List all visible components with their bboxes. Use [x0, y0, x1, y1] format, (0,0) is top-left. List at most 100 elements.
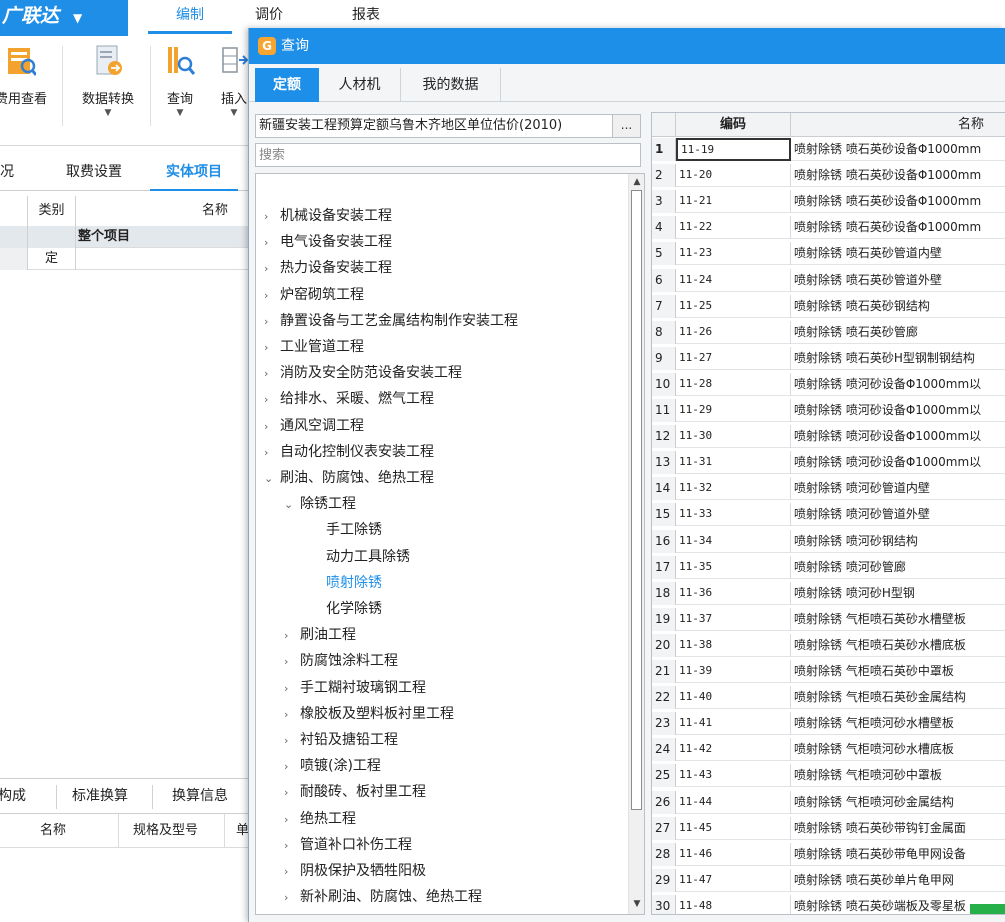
quota-code-cell[interactable]: 11-43	[676, 764, 791, 788]
menu-tab-edit[interactable]: 编制	[148, 0, 232, 34]
brand-caret-icon[interactable]: ▼	[73, 11, 82, 25]
column-header-type[interactable]: 类别	[28, 196, 76, 226]
table-row[interactable]: 13 11-31 喷射除锈 喷河砂设备Φ1000mm以	[652, 451, 1005, 475]
quota-code-cell[interactable]: 11-36	[676, 581, 791, 605]
tree-item[interactable]: ⌄ 刷油、防腐蚀、绝热工程	[264, 465, 434, 491]
chevron-down-icon[interactable]: ⌄	[264, 466, 280, 492]
tree-item[interactable]: ⌄ 除锈工程	[284, 491, 356, 517]
chevron-right-icon[interactable]: ›	[264, 204, 280, 230]
scroll-down-icon[interactable]: ▼	[629, 896, 644, 912]
table-row[interactable]: 10 11-28 喷射除锈 喷河砂设备Φ1000mm以	[652, 372, 1005, 396]
chevron-down-icon[interactable]: ▼	[158, 108, 202, 118]
quota-name-cell[interactable]: 喷射除锈 喷河砂管道内壁	[791, 477, 1005, 500]
brand-logo[interactable]: 广联达 ▼	[0, 0, 128, 36]
quota-name-cell[interactable]: 喷射除锈 喷河砂H型钢	[791, 582, 1005, 605]
quota-code-cell[interactable]: 11-32	[676, 477, 791, 501]
table-row[interactable]: 20 11-38 喷射除锈 气柜喷石英砂水槽底板	[652, 633, 1005, 657]
tab-my-data[interactable]: 我的数据	[401, 68, 501, 102]
quota-code-cell[interactable]: 11-38	[676, 633, 791, 657]
quota-name-cell[interactable]: 喷射除锈 喷石英砂H型钢制钢结构	[791, 347, 1005, 370]
quota-code-cell[interactable]: 11-28	[676, 372, 791, 396]
quota-code-cell[interactable]: 11-23	[676, 242, 791, 266]
table-row[interactable]: 6 11-24 喷射除锈 喷石英砂管道外壁	[652, 268, 1005, 292]
quota-code-cell[interactable]: 11-27	[676, 346, 791, 370]
quota-code-cell[interactable]: 11-42	[676, 738, 791, 762]
quota-name-cell[interactable]: 喷射除锈 喷河砂设备Φ1000mm以	[791, 399, 1005, 422]
table-row-total[interactable]: 整个项目	[0, 226, 250, 248]
chevron-right-icon[interactable]: ›	[264, 911, 280, 914]
chevron-right-icon[interactable]: ›	[284, 702, 300, 728]
quota-code-cell[interactable]: 11-41	[676, 712, 791, 736]
column-header-code[interactable]: 编码	[676, 113, 791, 137]
tree-item[interactable]: › 手工糊衬玻璃钢工程	[284, 675, 426, 701]
table-row[interactable]: 9 11-27 喷射除锈 喷石英砂H型钢制钢结构	[652, 346, 1005, 370]
quota-code-cell[interactable]: 11-33	[676, 503, 791, 527]
quota-name-cell[interactable]: 喷射除锈 气柜喷石英砂水槽底板	[791, 634, 1005, 657]
quota-name-cell[interactable]: 喷射除锈 喷河砂管道外壁	[791, 503, 1005, 526]
quota-name-cell[interactable]: 喷射除锈 喷石英砂设备Φ1000mm	[791, 138, 1005, 161]
table-row[interactable]: 14 11-32 喷射除锈 喷河砂管道内壁	[652, 477, 1005, 501]
quota-code-cell[interactable]: 11-20	[676, 164, 791, 188]
chevron-right-icon[interactable]: ›	[264, 309, 280, 335]
column-header-name[interactable]: 名称	[791, 113, 1005, 137]
quota-name-cell[interactable]: 喷射除锈 喷石英砂管道内壁	[791, 242, 1005, 265]
table-row[interactable]: 28 11-46 喷射除锈 喷石英砂带龟甲网设备	[652, 842, 1005, 866]
quota-name-cell[interactable]: 喷射除锈 气柜喷河砂水槽底板	[791, 738, 1005, 761]
quota-code-cell[interactable]: 11-29	[676, 399, 791, 422]
quota-code-cell[interactable]: 11-34	[676, 529, 791, 553]
tree-item[interactable]: ›建筑智能化系统设备安装工程	[264, 910, 462, 914]
chevron-right-icon[interactable]: ›	[284, 676, 300, 702]
quota-code-cell[interactable]: 11-26	[676, 320, 791, 344]
quota-name-cell[interactable]: 喷射除锈 喷石英砂设备Φ1000mm	[791, 190, 1005, 213]
tree-item[interactable]: › 静置设备与工艺金属结构制作安装工程	[264, 308, 518, 334]
quota-name-cell[interactable]: 喷射除锈 喷石英砂带龟甲网设备	[791, 843, 1005, 866]
quota-code-cell[interactable]: 11-39	[676, 660, 791, 683]
quota-name-cell[interactable]: 喷射除锈 喷石英砂钢结构	[791, 295, 1005, 318]
chevron-right-icon[interactable]: ›	[284, 780, 300, 806]
table-row[interactable]: 4 11-22 喷射除锈 喷石英砂设备Φ1000mm	[652, 216, 1005, 240]
quota-name-cell[interactable]: 喷射除锈 喷石英砂设备Φ1000mm	[791, 216, 1005, 239]
tab-entity-items[interactable]: 实体项目	[150, 155, 238, 191]
quota-name-cell[interactable]: 喷射除锈 喷河砂管廊	[791, 556, 1005, 579]
table-row[interactable]: 16 11-34 喷射除锈 喷河砂钢结构	[652, 529, 1005, 553]
scrollbar-thumb[interactable]	[631, 190, 642, 810]
table-row[interactable]: 26 11-44 喷射除锈 气柜喷河砂金属结构	[652, 790, 1005, 814]
quota-name-cell[interactable]: 喷射除锈 喷河砂设备Φ1000mm以	[791, 373, 1005, 396]
chevron-right-icon[interactable]: ›	[264, 440, 280, 466]
tree-item[interactable]: › 绝热工程	[284, 806, 356, 832]
quota-code-cell[interactable]: 11-25	[676, 294, 791, 318]
chevron-right-icon[interactable]: ›	[284, 754, 300, 780]
chevron-right-icon[interactable]: ›	[284, 885, 300, 911]
chevron-right-icon[interactable]: ›	[284, 859, 300, 885]
quota-code-cell[interactable]: 11-48	[676, 894, 791, 914]
search-input[interactable]	[255, 143, 641, 167]
quota-name-cell[interactable]: 喷射除锈 喷石英砂单片龟甲网	[791, 869, 1005, 892]
quota-code-cell[interactable]: 11-37	[676, 607, 791, 631]
quota-code-cell[interactable]: 11-35	[676, 555, 791, 579]
tree-item[interactable]: › 衬铅及搪铅工程	[284, 727, 398, 753]
tree-item[interactable]: › 给排水、采暖、燃气工程	[264, 386, 434, 412]
table-row[interactable]: 1 11-19 喷射除锈 喷石英砂设备Φ1000mm	[652, 138, 1005, 161]
chevron-down-icon[interactable]: ▼	[72, 108, 144, 118]
quota-code-cell[interactable]: 11-21	[676, 190, 791, 214]
tree-item[interactable]: 动力工具除锈	[326, 544, 410, 570]
column-header-name[interactable]: 名称	[40, 814, 66, 848]
table-row[interactable]: 5 11-23 喷射除锈 喷石英砂管道内壁	[652, 242, 1005, 266]
tree-item[interactable]: › 刷油工程	[284, 622, 356, 648]
quota-name-cell[interactable]: 喷射除锈 喷河砂设备Φ1000mm以	[791, 425, 1005, 448]
quota-name-cell[interactable]: 喷射除锈 气柜喷河砂金属结构	[791, 791, 1005, 814]
chevron-right-icon[interactable]: ›	[264, 335, 280, 361]
chevron-right-icon[interactable]: ›	[264, 361, 280, 387]
chevron-right-icon[interactable]: ›	[284, 728, 300, 754]
quota-name-cell[interactable]: 喷射除锈 喷石英砂带钩钉金属面	[791, 817, 1005, 840]
table-row[interactable]: 12 11-30 喷射除锈 喷河砂设备Φ1000mm以	[652, 425, 1005, 449]
quota-code-cell[interactable]: 11-30	[676, 425, 791, 449]
tree-item[interactable]: › 热力设备安装工程	[264, 255, 392, 281]
chevron-down-icon[interactable]: ⌄	[284, 492, 300, 518]
tab-fee-settings[interactable]: 取费设置	[66, 155, 122, 191]
table-row[interactable]: 17 11-35 喷射除锈 喷河砂管廊	[652, 555, 1005, 579]
table-row[interactable]: 15 11-33 喷射除锈 喷河砂管道外壁	[652, 503, 1005, 527]
tree-item[interactable]: › 机械设备安装工程	[264, 203, 392, 229]
chevron-right-icon[interactable]: ›	[284, 833, 300, 859]
scroll-up-icon[interactable]: ▲	[629, 174, 644, 190]
